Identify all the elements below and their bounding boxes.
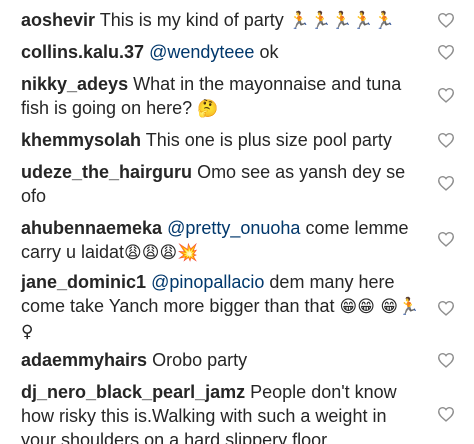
comment-username[interactable]: jane_dominic1 (21, 272, 146, 292)
comment-text: khemmysolah This one is plus size pool p… (21, 128, 421, 152)
comment-row: collins.kalu.37 @wendyteee ok (0, 38, 474, 68)
comment-emoji: 🏃🏃🏃🏃🏃 (288, 11, 395, 31)
heart-outline-icon[interactable] (437, 406, 455, 422)
comment-row: dj_nero_black_pearl_jamz People don't kn… (0, 378, 474, 444)
comment-username[interactable]: udeze_the_hairguru (21, 162, 192, 182)
heart-outline-icon[interactable] (437, 352, 455, 368)
heart-outline-icon[interactable] (437, 87, 455, 103)
comment-list: aoshevir This is my kind of party 🏃🏃🏃🏃🏃 … (0, 0, 474, 444)
comment-text: jane_dominic1 @pinopallacio dem many her… (21, 270, 421, 344)
comment-mention[interactable]: @pinopallacio (151, 272, 264, 292)
comment-text: collins.kalu.37 @wendyteee ok (21, 40, 421, 64)
comment-text: ahubennaemeka @pretty_onuoha come lemme … (21, 216, 421, 265)
heart-outline-icon[interactable] (437, 231, 455, 247)
comment-row: nikky_adeys What in the mayonnaise and t… (0, 70, 474, 122)
comment-username[interactable]: dj_nero_black_pearl_jamz (21, 382, 245, 402)
comment-username[interactable]: aoshevir (21, 10, 95, 30)
comment-mention[interactable]: @pretty_onuoha (167, 218, 300, 238)
comment-row: aoshevir This is my kind of party 🏃🏃🏃🏃🏃 (0, 6, 474, 36)
comment-username[interactable]: nikky_adeys (21, 74, 128, 94)
comment-row: adaemmyhairs Orobo party (0, 346, 474, 376)
comment-body: This is my kind of party (99, 10, 284, 30)
comment-row: khemmysolah This one is plus size pool p… (0, 126, 474, 156)
comment-mention[interactable]: @wendyteee (149, 42, 254, 62)
heart-outline-icon[interactable] (437, 44, 455, 60)
heart-outline-icon[interactable] (437, 12, 455, 28)
comment-row: udeze_the_hairguru Omo see as yansh dey … (0, 158, 474, 210)
comment-username[interactable]: collins.kalu.37 (21, 42, 144, 62)
heart-outline-icon[interactable] (437, 132, 455, 148)
comment-text: udeze_the_hairguru Omo see as yansh dey … (21, 160, 413, 208)
comment-text: dj_nero_black_pearl_jamz People don't kn… (21, 380, 421, 444)
heart-outline-icon[interactable] (437, 300, 455, 316)
comment-row: ahubennaemeka @pretty_onuoha come lemme … (0, 214, 474, 266)
comment-username[interactable]: khemmysolah (21, 130, 141, 150)
comment-emoji: 🤔 (197, 99, 219, 119)
comment-body: ok (259, 42, 279, 62)
comment-username[interactable]: ahubennaemeka (21, 218, 162, 238)
heart-outline-icon[interactable] (437, 175, 455, 191)
comment-body: Orobo party (152, 350, 248, 370)
comment-row: jane_dominic1 @pinopallacio dem many her… (0, 270, 474, 346)
comment-text: nikky_adeys What in the mayonnaise and t… (21, 72, 421, 121)
comment-text: aoshevir This is my kind of party 🏃🏃🏃🏃🏃 (21, 8, 421, 33)
comment-username[interactable]: adaemmyhairs (21, 350, 147, 370)
comment-emoji: 😩😩😩💥 (124, 243, 199, 263)
comment-text: adaemmyhairs Orobo party (21, 348, 421, 372)
comment-body: This one is plus size pool party (145, 130, 392, 150)
